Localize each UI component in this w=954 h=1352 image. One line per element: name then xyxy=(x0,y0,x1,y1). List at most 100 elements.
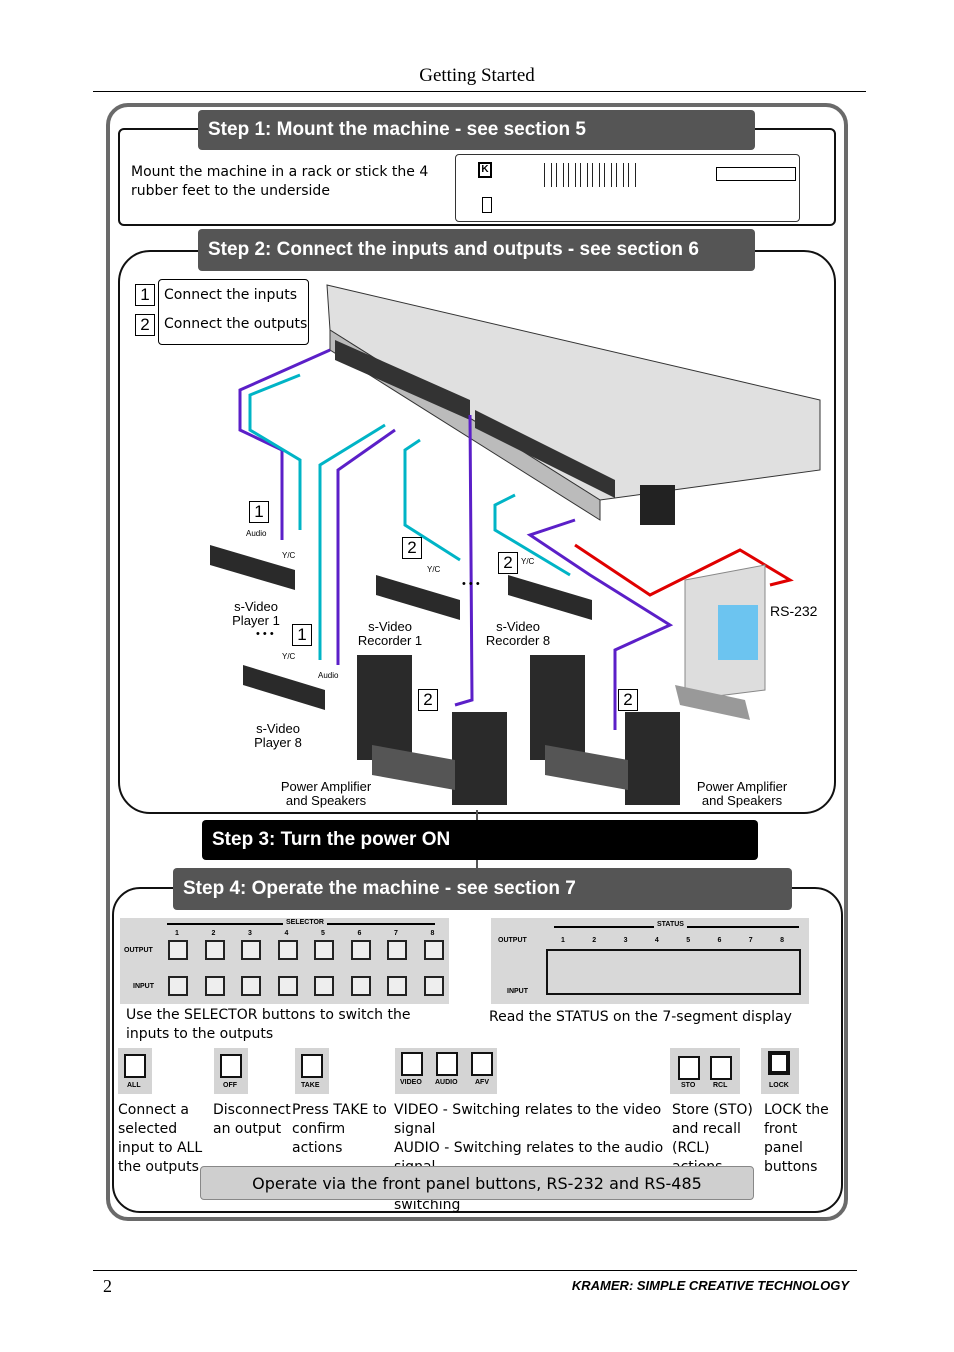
lock-desc: LOCK the front panel buttons xyxy=(764,1102,829,1175)
selector-caption: Use the SELECTOR buttons to switch the i… xyxy=(126,1007,411,1042)
output-button-6[interactable] xyxy=(350,940,371,960)
audio-label: Audio xyxy=(318,671,339,680)
page-number: 2 xyxy=(103,1276,112,1296)
label-player8: s-Video Player 8 xyxy=(254,721,302,750)
all-label: ALL xyxy=(127,1082,141,1089)
label-rs232: RS-232 xyxy=(770,603,818,619)
step3-title: Step 3: Turn the power ON xyxy=(202,820,758,860)
selector-panel: SELECTOR OUTPUT INPUT 1 2 3 4 5 6 7 8 xyxy=(120,918,449,1004)
step-num-output: 2 xyxy=(402,537,422,559)
step-num-output: 2 xyxy=(498,552,518,574)
off-label: OFF xyxy=(223,1082,237,1089)
player8-device xyxy=(243,665,325,710)
recorder8-device xyxy=(508,575,592,620)
switcher-rear-panel xyxy=(326,284,821,525)
video-desc: VIDEO - Switching relates to the video s… xyxy=(394,1102,662,1137)
status-number: 5 xyxy=(686,937,691,944)
label-amp-right: Power Amplifier and Speakers xyxy=(696,779,788,808)
all-desc: Connect a selected input to ALL the outp… xyxy=(118,1102,203,1175)
status-label: STATUS xyxy=(654,921,687,928)
status-number: 8 xyxy=(780,937,784,944)
status-number: 1 xyxy=(561,937,565,944)
step-num-input: 1 xyxy=(249,501,269,523)
status-number: 3 xyxy=(623,937,628,944)
audio-button[interactable] xyxy=(436,1052,458,1076)
input-button-3[interactable] xyxy=(241,976,261,996)
take-label: TAKE xyxy=(301,1082,320,1089)
status-number: 2 xyxy=(592,937,597,944)
selector-number: 2 xyxy=(211,930,216,937)
audio-label: Audio xyxy=(246,529,267,538)
status-panel: STATUS OUTPUT INPUT 1 2 3 4 5 6 7 8 xyxy=(491,918,809,1004)
afv-label: AFV xyxy=(475,1079,489,1086)
selector-number: 7 xyxy=(394,930,398,937)
step4-title: Step 4: Operate the machine - see sectio… xyxy=(173,868,792,910)
label-amp-left: Power Amplifier and Speakers xyxy=(280,779,372,808)
video-button[interactable] xyxy=(401,1052,423,1076)
status-caption: Read the STATUS on the 7-segment display xyxy=(489,1009,792,1025)
output-button-4[interactable] xyxy=(277,940,298,960)
speaker xyxy=(530,655,585,760)
recorder1-device xyxy=(376,575,460,620)
label-recorder8: s-Video Recorder 8 xyxy=(485,619,551,648)
video-label: VIDEO xyxy=(400,1079,422,1086)
rcl-button[interactable] xyxy=(710,1056,732,1080)
output-button-5[interactable] xyxy=(314,940,334,960)
output-button-3[interactable] xyxy=(241,940,261,960)
input-button-8[interactable] xyxy=(423,976,444,996)
output-button-2[interactable] xyxy=(204,940,225,960)
label-recorder1: s-Video Recorder 1 xyxy=(357,619,423,648)
selector-number: 1 xyxy=(175,930,179,937)
step-num-output: 2 xyxy=(418,689,438,711)
selector-number: 5 xyxy=(321,930,325,937)
sto-button[interactable] xyxy=(678,1056,700,1080)
speaker xyxy=(625,712,680,805)
input-button-7[interactable] xyxy=(387,976,407,996)
selector-number: 4 xyxy=(284,930,289,937)
ellipsis: • • • xyxy=(256,628,274,640)
afv-button[interactable] xyxy=(471,1052,493,1076)
take-button[interactable] xyxy=(301,1054,323,1078)
input-button-1[interactable] xyxy=(168,976,188,996)
output-button-8[interactable] xyxy=(423,940,444,960)
status-input-label: INPUT xyxy=(507,988,528,995)
yc-label: Y/C xyxy=(521,557,535,566)
rcl-label: RCL xyxy=(713,1082,728,1089)
selector-label: SELECTOR xyxy=(283,919,327,926)
all-button[interactable] xyxy=(124,1054,146,1078)
footer-brand: KRAMER: SIMPLE CREATIVE TECHNOLOGY xyxy=(571,1278,849,1293)
step-num-output: 2 xyxy=(618,689,638,711)
audio-label: AUDIO xyxy=(435,1079,458,1086)
speaker xyxy=(357,655,412,760)
speaker xyxy=(452,712,507,805)
amplifier xyxy=(372,745,455,790)
computer-screen xyxy=(718,605,758,660)
output-button-7[interactable] xyxy=(387,940,407,960)
input-button-2[interactable] xyxy=(204,976,225,996)
input-button-6[interactable] xyxy=(350,976,371,996)
selector-number: 6 xyxy=(357,930,362,937)
output-button-1[interactable] xyxy=(168,940,188,960)
selector-number: 8 xyxy=(430,930,435,937)
seven-segment-display xyxy=(546,949,801,995)
off-button[interactable] xyxy=(220,1054,242,1078)
sto-label: STO xyxy=(681,1082,696,1089)
lock-button[interactable] xyxy=(768,1051,790,1075)
off-desc: Disconnect an output xyxy=(213,1102,291,1137)
yc-label: Y/C xyxy=(427,565,441,574)
status-output-label: OUTPUT xyxy=(498,937,527,944)
devices xyxy=(210,545,766,805)
input-row-label: INPUT xyxy=(133,983,154,990)
amplifier xyxy=(545,745,628,790)
footer-rule xyxy=(93,1270,857,1271)
status-number: 6 xyxy=(717,937,722,944)
input-button-4[interactable] xyxy=(277,976,298,996)
input-button-5[interactable] xyxy=(314,976,334,996)
lock-label: LOCK xyxy=(769,1082,789,1089)
output-row-label: OUTPUT xyxy=(124,947,153,954)
ellipsis: • • • xyxy=(462,578,480,590)
label-player1: s-Video Player 1 xyxy=(232,599,280,628)
status-number: 4 xyxy=(654,937,659,944)
status-number: 7 xyxy=(748,937,753,944)
yc-label: Y/C xyxy=(282,551,296,560)
